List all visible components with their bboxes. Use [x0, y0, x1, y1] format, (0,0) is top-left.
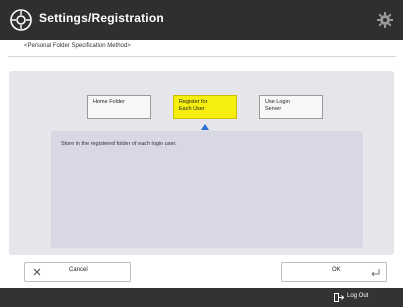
- page-title: Settings/Registration: [39, 11, 164, 25]
- close-icon: [33, 268, 41, 276]
- option-label-line1: Use Login: [265, 99, 290, 105]
- logout-label: Log Out: [347, 293, 369, 299]
- option-label-line2: Each User: [179, 105, 205, 112]
- option-register-for-each-user[interactable]: Register for Each User: [173, 95, 237, 119]
- cancel-label: Cancel: [69, 267, 88, 273]
- option-label-line1: Home Folder: [93, 99, 125, 105]
- ok-label: OK: [332, 267, 341, 273]
- section-subtitle: <Personal Folder Specification Method>: [24, 43, 131, 49]
- enter-icon: [371, 269, 380, 277]
- description-text: Store in the registered folder of each l…: [61, 141, 177, 147]
- option-home-folder[interactable]: Home Folder: [87, 95, 151, 119]
- settings-registration-icon: [10, 9, 32, 31]
- selection-pointer-icon: [201, 124, 209, 130]
- divider: [8, 56, 396, 57]
- title-bar: Settings/Registration: [0, 0, 403, 40]
- cancel-button[interactable]: Cancel: [24, 262, 131, 282]
- ok-button[interactable]: OK: [281, 262, 387, 282]
- description-box: Store in the registered folder of each l…: [51, 131, 363, 248]
- gear-icon[interactable]: [376, 11, 394, 29]
- option-label-line1: Register for: [179, 99, 208, 105]
- option-label-line2: Server: [265, 105, 282, 112]
- status-bar: Log Out: [0, 288, 403, 307]
- option-use-login-server[interactable]: Use Login Server: [259, 95, 323, 119]
- logout-icon: [334, 293, 344, 302]
